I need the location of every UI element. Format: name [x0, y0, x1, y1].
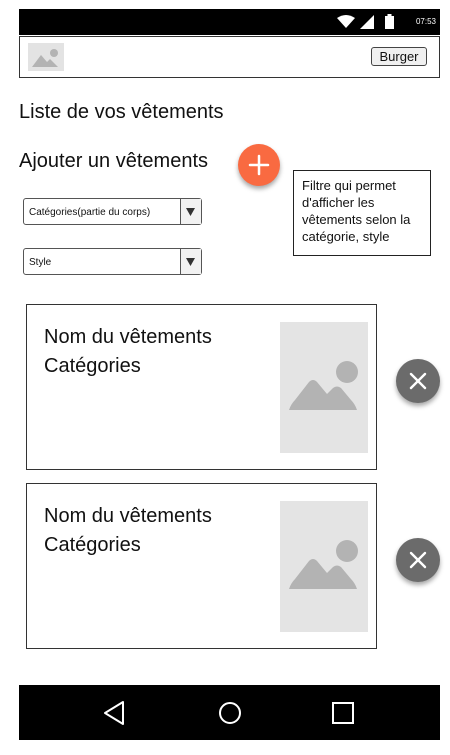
clothing-name: Nom du vêtements	[44, 505, 212, 527]
recent-apps-button[interactable]	[329, 699, 357, 727]
home-button[interactable]	[216, 699, 244, 727]
app-logo	[28, 43, 64, 71]
clothing-card[interactable]: Nom du vêtements Catégories	[26, 304, 377, 470]
delete-clothing-button[interactable]	[396, 538, 440, 582]
clothing-category: Catégories	[44, 534, 141, 556]
chevron-down-icon	[186, 258, 195, 266]
add-clothing-label: Ajouter un vêtements	[19, 150, 208, 172]
clothing-image	[280, 322, 368, 453]
filter-note: Filtre qui permet d'afficher les vêtemen…	[293, 170, 431, 256]
style-select-arrow[interactable]	[180, 249, 201, 274]
page-title: Liste de vos vêtements	[19, 101, 224, 123]
back-icon	[104, 701, 124, 725]
battery-icon	[385, 14, 394, 29]
image-placeholder-icon	[289, 540, 358, 589]
add-clothing-button[interactable]	[238, 144, 280, 186]
back-button[interactable]	[101, 699, 129, 727]
clothing-name: Nom du vêtements	[44, 326, 212, 348]
burger-button[interactable]: Burger	[371, 47, 427, 66]
navigation-bar	[19, 685, 440, 740]
style-select-value: Style	[29, 257, 52, 268]
home-icon	[219, 702, 241, 724]
signal-icon	[360, 15, 374, 29]
clothing-category: Catégories	[44, 355, 141, 377]
image-placeholder-icon	[32, 49, 58, 67]
category-select[interactable]: Catégories(partie du corps)	[23, 198, 202, 225]
status-time: 07:53	[415, 17, 436, 26]
style-select[interactable]: Style	[23, 248, 202, 275]
app-bar: Burger	[19, 36, 440, 78]
close-icon	[409, 372, 427, 390]
delete-clothing-button[interactable]	[396, 359, 440, 403]
plus-icon	[248, 154, 270, 176]
category-select-value: Catégories(partie du corps)	[29, 207, 151, 218]
clothing-image	[280, 501, 368, 632]
image-placeholder-icon	[289, 361, 358, 410]
close-icon	[409, 551, 427, 569]
wifi-icon	[337, 15, 355, 28]
status-bar: 07:53	[19, 9, 440, 35]
recent-apps-icon	[332, 702, 354, 724]
category-select-arrow[interactable]	[180, 199, 201, 224]
chevron-down-icon	[186, 208, 195, 216]
clothing-card[interactable]: Nom du vêtements Catégories	[26, 483, 377, 649]
